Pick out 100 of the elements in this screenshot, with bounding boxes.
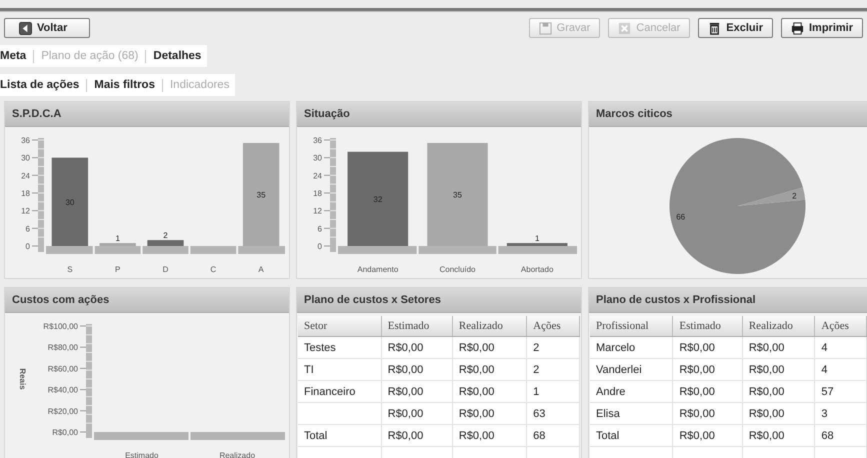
- table-cell: R$0,00: [388, 430, 424, 442]
- table-cell: 3: [821, 408, 828, 420]
- axis-tick-label: 0: [26, 242, 30, 251]
- chart-bar: [147, 240, 184, 246]
- table-cell: R$0,00: [748, 386, 784, 398]
- axis-tick-label: 24: [313, 171, 322, 180]
- bar-value-label: 35: [256, 190, 266, 200]
- category-label: D: [162, 265, 168, 274]
- bar-value-label: 2: [163, 231, 168, 240]
- bar-value-label: 30: [65, 198, 74, 207]
- slice-value-label: 2: [792, 191, 797, 200]
- category-label: Andamento: [357, 265, 398, 274]
- axis-tick-label: 0: [318, 242, 322, 251]
- axis-tick-label: R$60,00: [48, 364, 78, 374]
- bar-value-label: 1: [534, 234, 540, 244]
- table-cell: TI: [304, 364, 314, 376]
- trash-icon: [708, 22, 722, 34]
- panel-title: Plano de custos x Profissional: [589, 288, 867, 313]
- table-cell: R$0,00: [388, 408, 424, 420]
- tab[interactable]: Lista de ações: [0, 79, 80, 91]
- table-cell: R$0,00: [748, 342, 784, 354]
- column-header[interactable]: Profissional: [590, 316, 673, 336]
- column-header[interactable]: Ações: [526, 316, 580, 336]
- table-cell: R$0,00: [679, 364, 715, 376]
- category-label: Concluído: [439, 265, 476, 274]
- table-cell: R$0,00: [458, 430, 494, 442]
- axis-tick-label: 36: [21, 136, 30, 145]
- category-label: C: [210, 265, 216, 274]
- table-cell: 1: [533, 386, 540, 398]
- table-cell: R$0,00: [748, 364, 784, 376]
- panel-title: S.P.D.C.A: [5, 102, 289, 127]
- chart-bar: [506, 243, 568, 246]
- category-label: S: [67, 265, 73, 274]
- table-cell: 68: [533, 430, 546, 442]
- table-cell: R$0,00: [679, 342, 715, 354]
- bar-value-label: 35: [453, 190, 462, 200]
- category-label: A: [258, 265, 264, 274]
- tab[interactable]: Mais filtros: [94, 79, 155, 91]
- axis-tick-label: R$80,00: [48, 343, 78, 352]
- panel-title: Custos com ações: [5, 288, 289, 313]
- table-cell: R$0,00: [679, 408, 715, 420]
- table-cell: R$0,00: [458, 386, 494, 398]
- floppy-icon: [538, 22, 552, 34]
- table-cell: Financeiro: [304, 386, 356, 398]
- tab[interactable]: Detalhes: [153, 50, 202, 62]
- table-cell: Total: [596, 430, 620, 442]
- bar-value-label: 32: [373, 194, 382, 204]
- table-cell: 4: [821, 364, 828, 376]
- table-cell: Vanderlei: [596, 364, 642, 376]
- x-box-icon: [618, 22, 632, 34]
- column-header[interactable]: Realizado: [452, 316, 527, 336]
- table-cell: Testes: [304, 342, 336, 354]
- table-cell: R$0,00: [458, 364, 494, 376]
- table-cell: R$0,00: [679, 430, 715, 442]
- column-header[interactable]: Realizado: [742, 316, 815, 336]
- category-label: Abortado: [520, 265, 554, 274]
- column-header[interactable]: Ações: [814, 316, 866, 336]
- table-cell: 68: [821, 430, 834, 442]
- table-cell: 63: [533, 408, 546, 420]
- delete-button[interactable]: Excluir: [698, 18, 773, 38]
- table-cell: R$0,00: [748, 408, 784, 420]
- print-button[interactable]: Imprimir: [780, 18, 863, 38]
- table-cell: Marcelo: [596, 342, 636, 354]
- slice-value-label: 66: [676, 212, 686, 222]
- back-button[interactable]: Voltar: [4, 18, 90, 38]
- table-cell: Elisa: [596, 408, 620, 420]
- axis-tick-label: R$100,00: [43, 322, 78, 331]
- axis-tick-label: R$40,00: [48, 386, 78, 395]
- chart-bar: [100, 243, 136, 246]
- axis-tick-label: 18: [313, 189, 322, 198]
- axis-tick-label: 18: [21, 189, 30, 198]
- tab[interactable]: Meta: [0, 50, 26, 62]
- column-header[interactable]: Estimado: [672, 316, 742, 336]
- axis-tick-label: 24: [21, 171, 30, 180]
- table-cell: R$0,00: [388, 342, 424, 354]
- panel-title: Plano de custos x Setores: [297, 288, 581, 313]
- table-cell: R$0,00: [388, 386, 424, 398]
- table-cell: R$0,00: [679, 386, 715, 398]
- category-label: P: [115, 265, 120, 274]
- table-cell: R$0,00: [458, 342, 494, 354]
- table-cell: 2: [533, 342, 540, 354]
- axis-tick-label: 30: [21, 154, 30, 163]
- axis-tick-label: 30: [313, 154, 322, 163]
- category-label: Realizado: [219, 451, 256, 458]
- panel-title: Situação: [297, 102, 581, 127]
- table-cell: R$0,00: [458, 408, 494, 420]
- axis-tick-label: 6: [26, 224, 30, 234]
- column-header[interactable]: Estimado: [381, 316, 452, 336]
- table-cell: Andre: [596, 386, 626, 398]
- table-cell: 57: [821, 386, 834, 398]
- printer-icon: [790, 22, 804, 34]
- table-cell: 2: [533, 364, 540, 376]
- table-cell: Total: [304, 430, 328, 442]
- table-cell: 4: [821, 342, 828, 354]
- category-label: Estimado: [125, 451, 158, 458]
- axis-tick-label: 12: [21, 206, 30, 216]
- bar-value-label: 1: [115, 234, 120, 244]
- column-header[interactable]: Setor: [298, 316, 382, 336]
- axis-tick-label: 6: [318, 224, 322, 234]
- axis-tick-label: R$0,00: [52, 428, 78, 437]
